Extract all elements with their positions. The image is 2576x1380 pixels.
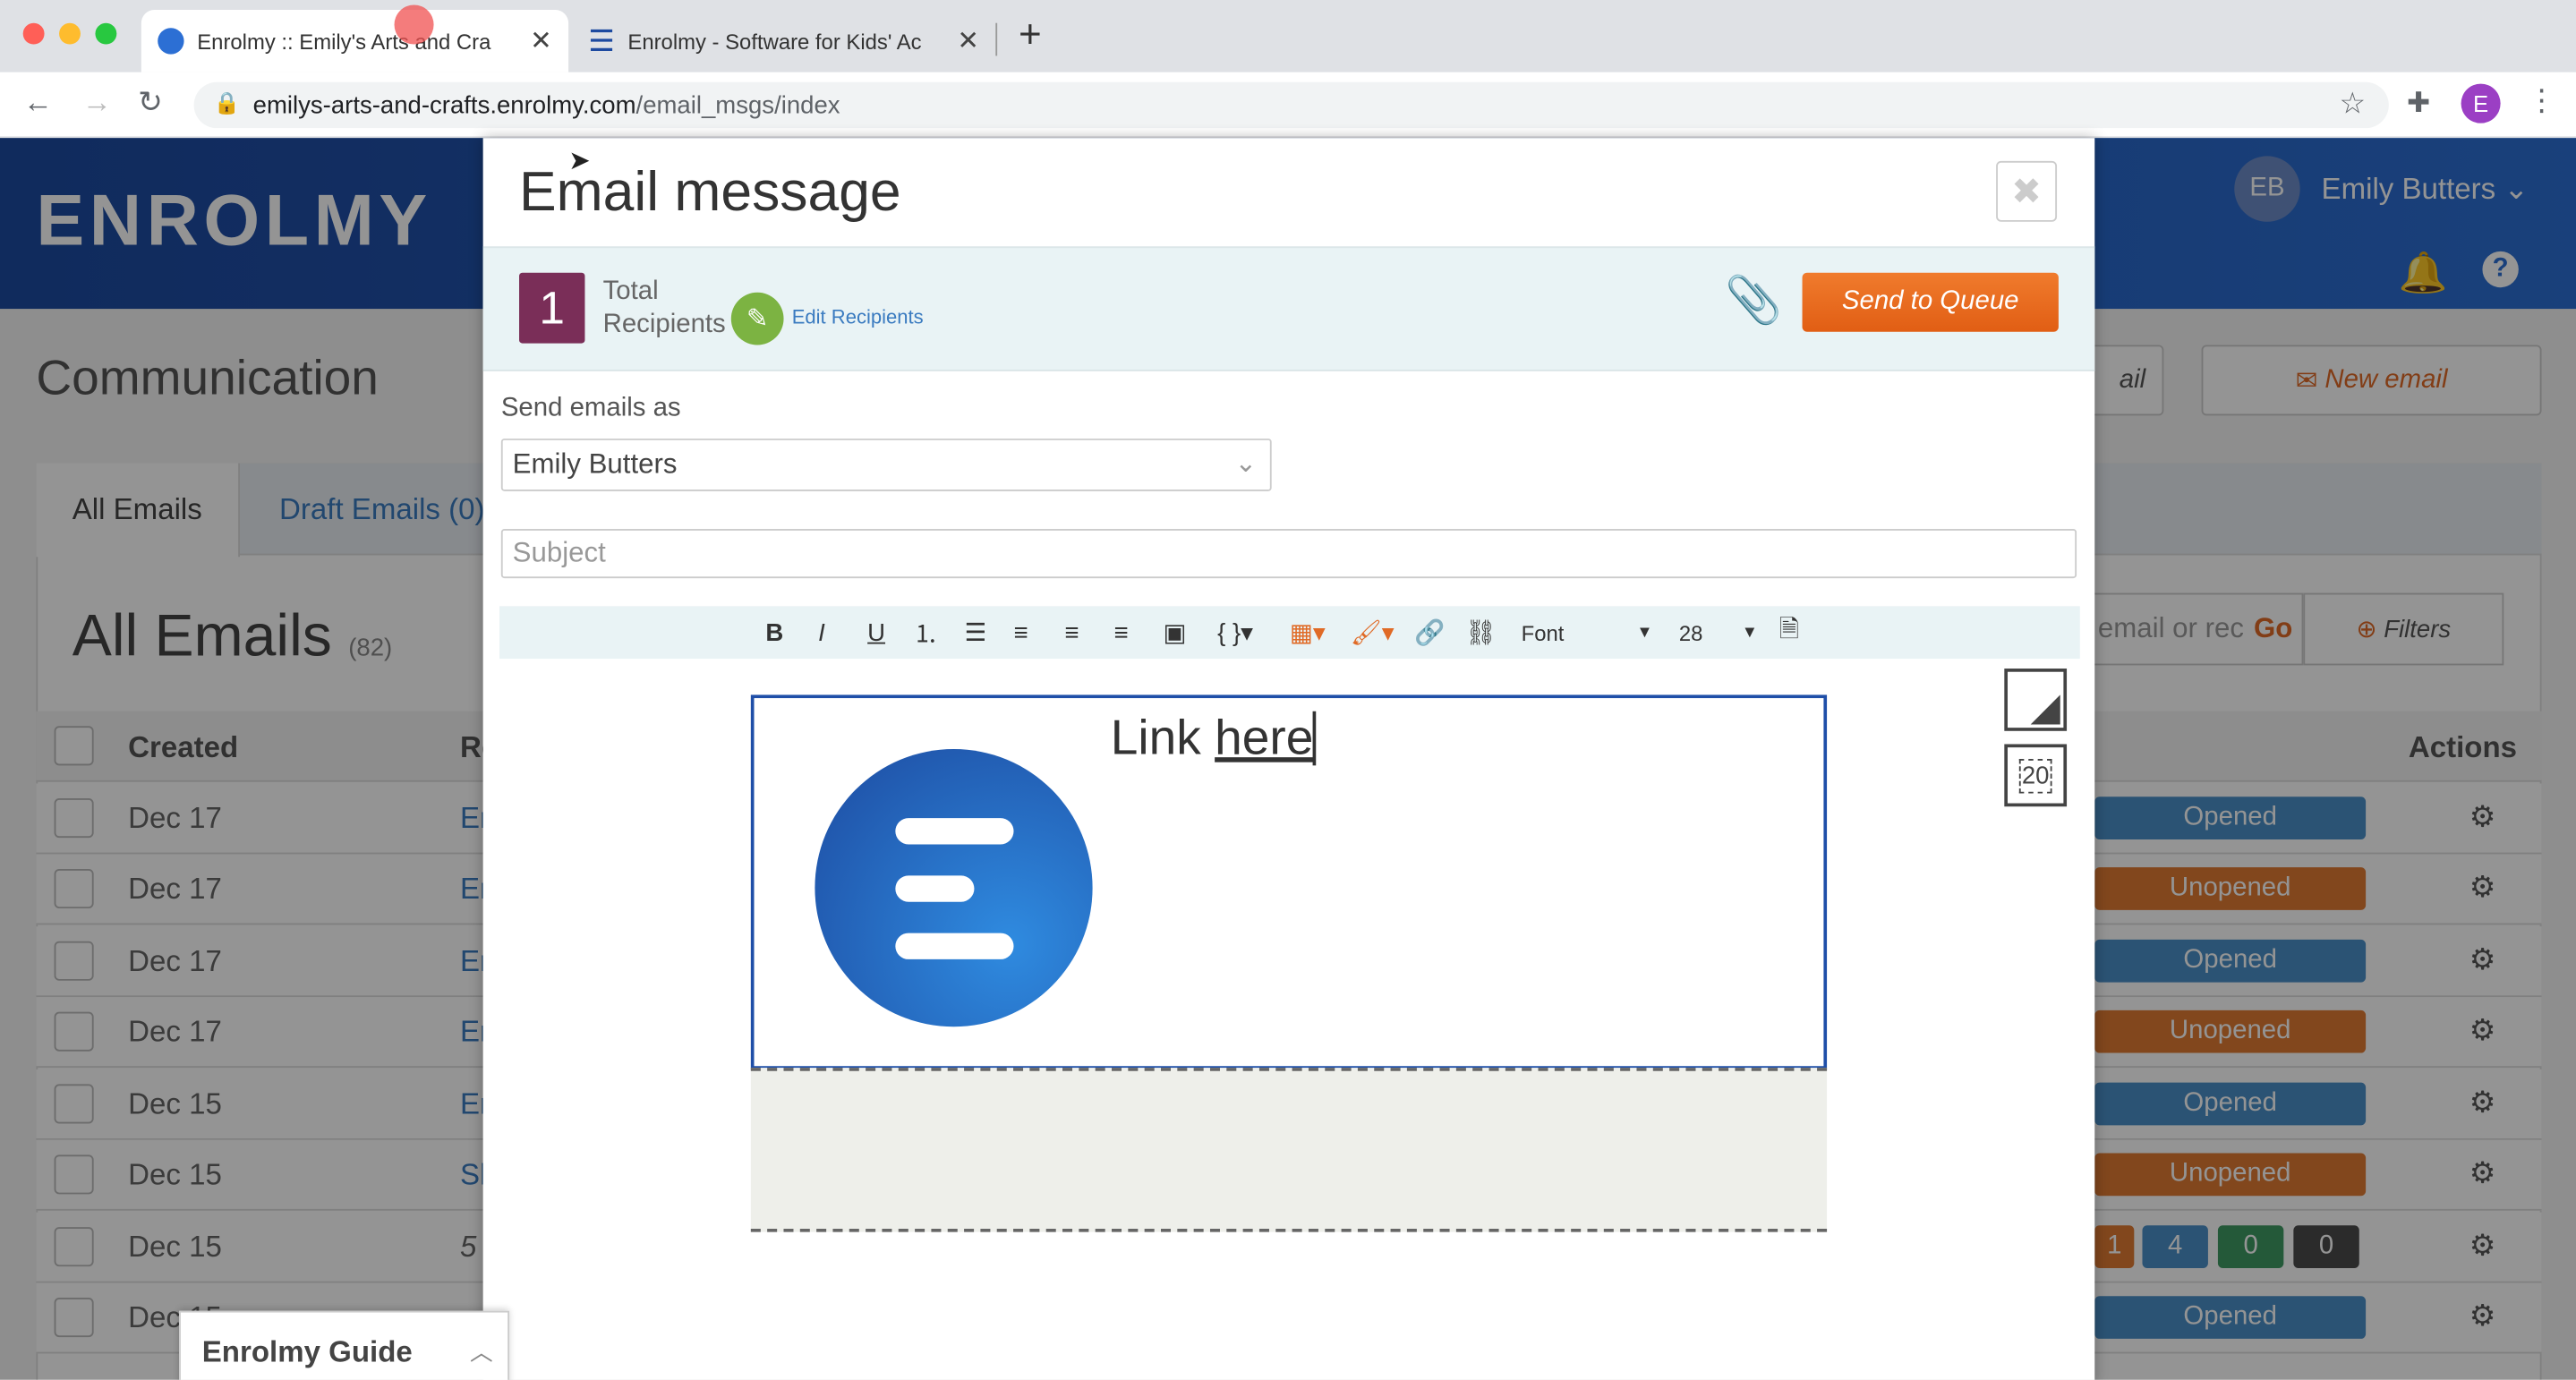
chevron-down-icon: ⌄ (1234, 449, 1258, 479)
send-to-queue-button[interactable]: Send to Queue (1802, 272, 2059, 332)
close-tab-icon[interactable]: ✕ (957, 25, 979, 58)
bold-icon[interactable]: B (765, 618, 783, 647)
editor-link[interactable]: here (1215, 711, 1318, 765)
total-recipients-label: Total Recipients (603, 276, 726, 341)
profile-avatar[interactable]: E (2461, 83, 2501, 124)
email-footer-area[interactable] (750, 1068, 1828, 1232)
tab-title: Enrolmy - Software for Kids' Ac (627, 29, 922, 54)
recipients-label: Recipients (602, 310, 726, 339)
paperclip-icon[interactable]: 📎 (1725, 273, 1782, 328)
italic-icon[interactable]: I (818, 618, 825, 647)
padding-size-icon[interactable]: 20 (2004, 744, 2068, 807)
align-right-icon[interactable]: ≡ (1113, 618, 1128, 647)
subject-placeholder: Subject (512, 537, 606, 569)
font-size-select[interactable]: 28 ▼ (1679, 618, 1758, 647)
editor-text: Link here (1110, 711, 1318, 767)
browser-tab-inactive[interactable]: ☰ Enrolmy - Software for Kids' Ac ✕ (572, 10, 996, 72)
mouse-cursor-icon: ➤ (568, 148, 591, 176)
guide-label: Enrolmy Guide (201, 1335, 413, 1368)
pencil-icon[interactable]: ✎ (730, 292, 784, 345)
edit-recipients-link[interactable]: Edit Recipients (792, 305, 924, 328)
forward-icon[interactable]: → (82, 85, 112, 120)
padding-size-value: 20 (2018, 758, 2053, 793)
address-bar[interactable]: 🔒 emilys-arts-and-crafts.enrolmy.com/ema… (193, 81, 2389, 129)
new-tab-button[interactable]: + (1019, 13, 1042, 59)
color-brush-icon[interactable]: 🖌▾ (1351, 618, 1395, 647)
maximize-window-button[interactable] (95, 22, 117, 45)
send-as-select[interactable]: Emily Butters ⌄ (500, 439, 1272, 491)
image-icon[interactable]: ▣ (1164, 618, 1187, 647)
close-tab-icon[interactable]: ✕ (530, 25, 552, 58)
enrolmy-guide-widget[interactable]: Enrolmy Guide ︿ (179, 1310, 510, 1380)
enrolmy-favicon-icon (158, 28, 184, 55)
font-select[interactable]: Font ▼ (1522, 618, 1653, 647)
source-code-icon[interactable]: 🗎 (1779, 615, 1799, 647)
bookmark-star-icon[interactable]: ☆ (2339, 87, 2366, 122)
logo-bar (895, 933, 1014, 959)
logo-bar (895, 875, 975, 902)
code-block-icon[interactable]: { }▾ (1217, 618, 1253, 647)
tab-title: Enrolmy :: Emily's Arts and Cra (197, 29, 491, 54)
recipient-count-badge: 1 (519, 272, 585, 344)
url-path: /email_msgs/index (635, 90, 840, 120)
url-host: emilys-arts-and-crafts.enrolmy.com (252, 90, 636, 120)
more-menu-icon[interactable]: ⋮ (2527, 84, 2556, 119)
align-left-icon[interactable]: ≡ (1014, 618, 1028, 647)
caret-down-icon: ▼ (1636, 623, 1653, 642)
modal-close-button[interactable]: ✖ (1996, 160, 2058, 222)
enrolmy-logo-image[interactable] (815, 748, 1093, 1027)
font-size-label: 28 (1678, 619, 1703, 645)
link-icon[interactable]: 🔗 (1414, 618, 1445, 647)
minimize-window-button[interactable] (59, 22, 81, 45)
subject-input[interactable]: Subject (500, 529, 2077, 579)
ordered-list-icon[interactable]: ⒈ (914, 618, 939, 648)
underline-icon[interactable]: U (867, 618, 885, 647)
lock-icon: 🔒 (213, 89, 241, 115)
extensions-icon[interactable]: ✚ (2407, 87, 2430, 120)
send-as-label: Send emails as (500, 394, 681, 422)
resize-triangle (2030, 694, 2060, 725)
back-icon[interactable]: ← (23, 85, 53, 120)
unordered-list-icon[interactable]: ☰ (964, 618, 986, 647)
send-as-value: Emily Butters (512, 448, 678, 480)
unlink-icon[interactable]: ⛓ (1465, 618, 1497, 647)
chevron-up-icon[interactable]: ︿ (470, 1335, 493, 1368)
table-icon[interactable]: ▦▾ (1290, 618, 1326, 647)
reload-icon[interactable]: ↻ (138, 85, 163, 120)
total-label: Total (602, 277, 659, 306)
align-center-icon[interactable]: ≡ (1064, 618, 1079, 647)
enrolmy-favicon-icon: ☰ (588, 23, 615, 57)
logo-bar (895, 818, 1014, 845)
caret-down-icon: ▼ (1741, 623, 1758, 642)
close-window-button[interactable] (22, 22, 45, 45)
editor-text-content: Link (1110, 711, 1215, 766)
tab-divider (995, 22, 998, 56)
cursor-click-indicator (394, 4, 434, 45)
resize-block-icon[interactable] (2004, 669, 2068, 731)
font-label: Font (1521, 619, 1565, 645)
browser-tab-active[interactable]: Enrolmy :: Emily's Arts and Cra ✕ (141, 10, 569, 72)
